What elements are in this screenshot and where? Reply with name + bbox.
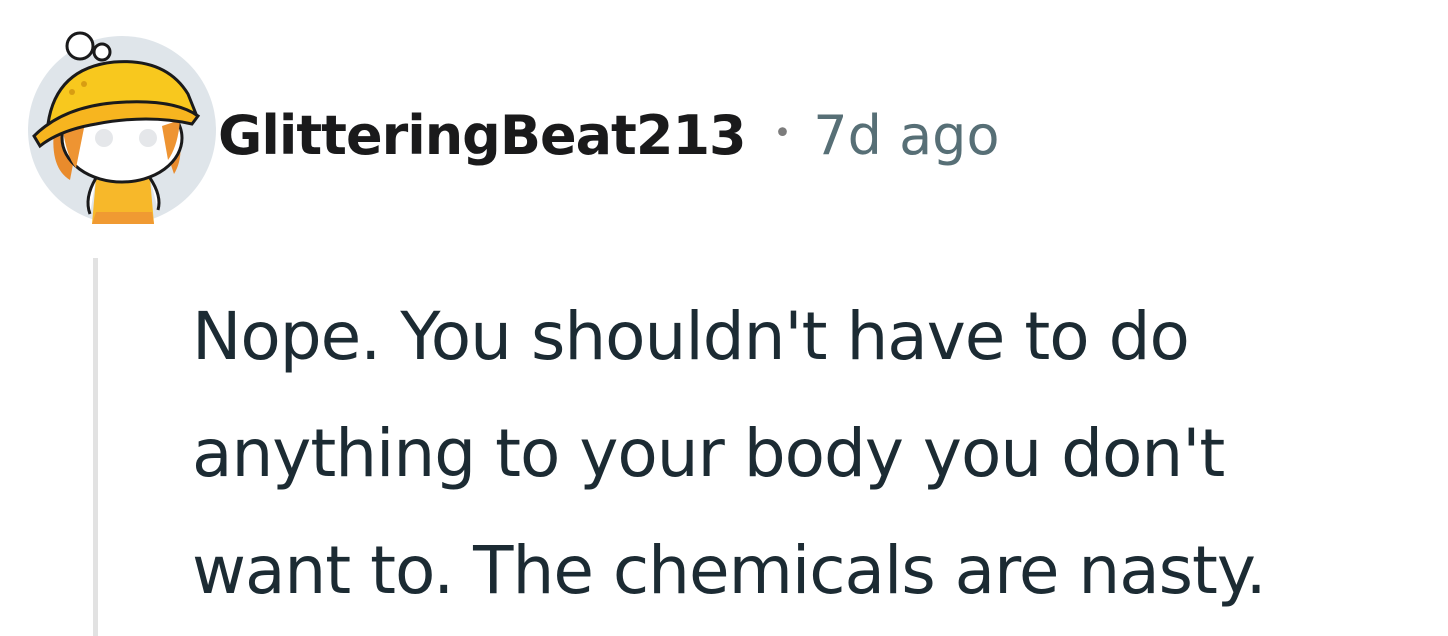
snoo-avatar-icon [28, 31, 216, 224]
thread-line[interactable] [93, 258, 98, 636]
comment: GlitteringBeat213 • 7d ago Nope. You sho… [0, 0, 1448, 636]
meta-separator: • [773, 115, 792, 151]
comment-body-line: want to. The chemicals are nasty. [192, 532, 1267, 609]
comment-body: Nope. You shouldn't have to do anything … [192, 278, 1432, 629]
comment-body-line: anything to your body you don't [192, 415, 1225, 492]
comment-meta: GlitteringBeat213 • 7d ago [218, 95, 1000, 175]
user-avatar[interactable] [26, 28, 218, 224]
username-link[interactable]: GlitteringBeat213 [218, 104, 747, 167]
timestamp[interactable]: 7d ago [813, 104, 999, 167]
comment-body-line: Nope. You shouldn't have to do [192, 298, 1190, 375]
